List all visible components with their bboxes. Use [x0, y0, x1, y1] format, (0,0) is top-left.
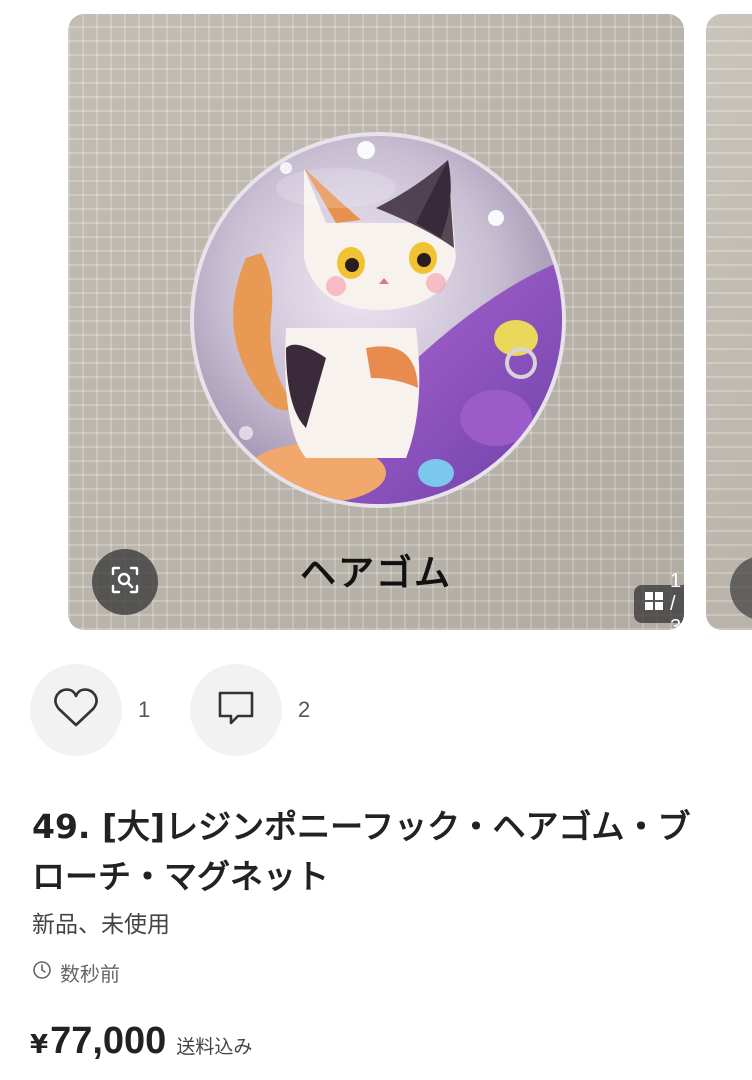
action-row: 1 2 [30, 664, 350, 756]
cat-brooch-image [190, 132, 566, 508]
page-indicator-text: 1 / 3 [670, 569, 682, 631]
next-photo-button [730, 556, 752, 620]
comments-count: 2 [298, 697, 311, 722]
posted-time-text: 数秒前 [60, 962, 120, 986]
image-search-button[interactable] [92, 549, 158, 615]
next-photo-preview[interactable] [706, 14, 752, 630]
price-amount: 77,000 [50, 1020, 167, 1062]
heart-icon [53, 687, 99, 733]
clock-icon [32, 960, 52, 985]
comment-button[interactable] [190, 664, 282, 756]
image-carousel[interactable]: ヘアゴム 1 / 3 [0, 0, 752, 632]
page-indicator: 1 / 3 [634, 570, 684, 630]
item-detail-page: ヘアゴム 1 / 3 1 2 49. [大]レジンポニーフック・ヘアゴム・ブロー… [0, 0, 752, 1080]
item-condition: 新品、未使用 [32, 912, 170, 938]
posted-time: 数秒前 [32, 958, 120, 987]
shipping-included-label: 送料込み [176, 1036, 253, 1058]
image-search-icon [110, 565, 140, 599]
photo-overlay-text: ヘアゴム [299, 553, 452, 594]
comment-icon [216, 689, 256, 731]
item-title: 49. [大]レジンポニーフック・ヘアゴム・ブローチ・マグネット [32, 807, 691, 896]
grid-icon [644, 591, 664, 617]
product-photo[interactable]: ヘアゴム 1 / 3 [68, 14, 684, 630]
likes-count: 1 [138, 697, 151, 722]
price: ¥ 77,000 送料込み [30, 1020, 252, 1063]
price-currency: ¥ [30, 1030, 49, 1060]
like-button[interactable] [30, 664, 122, 756]
